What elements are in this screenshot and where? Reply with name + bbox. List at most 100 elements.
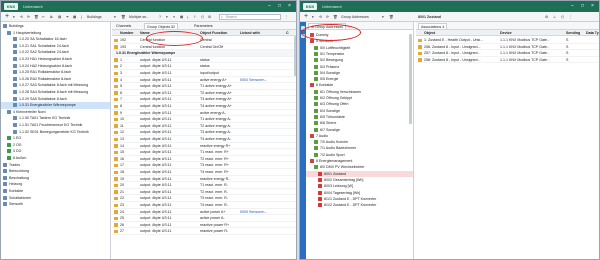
dropdown-icon[interactable]: ▾ [114,14,116,20]
add-icon[interactable]: + [5,12,9,22]
table-row[interactable]: 9 output: 4byte US:11 active energy A- [112,110,296,117]
tab-channels[interactable]: Channels [114,23,133,29]
nav-item[interactable]: Trades [1,162,110,169]
nav-item[interactable]: Beleuchtung [1,168,110,175]
nav-item[interactable]: 1.1.51 TA01 Feuchtesensor KG Technik [1,122,110,129]
table-row[interactable]: 1 output: 4byte US:11 status [112,57,296,64]
col-linked-with[interactable]: Linked with [240,30,260,36]
nav-item[interactable]: 8 Außen [1,155,110,162]
table-row[interactable]: 14 output: 4byte US:11 reactive energy R+ [112,143,296,150]
scrollbar[interactable] [409,34,412,124]
table-row[interactable]: 23 output: 4byte US:11 T4 react. ener. R- [112,202,296,209]
table-row[interactable]: 7 output: 4byte US:11 T3 active energy A+ [112,96,296,103]
dropdown-icon[interactable]: ▾ [13,14,15,20]
redo-icon[interactable]: ⟳ [326,14,329,20]
table-row[interactable]: 3 output: 4byte US:11 input/output [112,70,296,77]
grid-icon[interactable]: ▦ [180,14,183,20]
table-row[interactable]: 2 output: 4byte US:11 status [112,63,296,70]
more-icon[interactable]: ⋮ [569,14,573,20]
association-row[interactable]: 257: Zustand 8 - Input - Unsigned... 1.1.… [416,50,599,57]
col-c[interactable]: C [286,30,289,36]
table-row[interactable]: 20 output: 4byte US:11 T1 react. ener. R- [112,182,296,189]
buildings-button[interactable]: Buildings [87,14,102,20]
nav-item[interactable]: 1.0.26 RA2 Rolladenaktor 8-fach [1,76,110,83]
nav-item[interactable]: 1.0.25 RA1 Rolladenaktor 8-fach [1,69,110,76]
print-icon[interactable]: ⎙ [201,14,204,20]
dropdown-icon[interactable]: ▾ [382,14,384,20]
nav-item[interactable]: 1.0.28 SA4 Schaltaktor 8-fach mit Messun… [1,89,110,96]
nav-item[interactable]: Sensorik [1,201,110,208]
col-device[interactable]: Device [500,30,512,36]
col-sending[interactable]: Sending [566,30,580,36]
group-header-row[interactable]: 1.0.31 Energiezähler Wärmepumpe [112,50,296,57]
nav-item[interactable]: 1.0.27 SA3 Schaltaktor 8-fach mit Messun… [1,82,110,89]
table-row[interactable]: 22 output: 4byte US:11 T3 react. ener. R- [112,195,296,202]
table-row[interactable]: 10 output: 4byte US:11 T1 active energy A- [112,116,296,123]
table-row[interactable]: 26 output: 4byte US:11 reactive power R+ [112,222,296,229]
table-row[interactable]: 13 output: 4byte US:11 T4 active energy A- [112,136,296,143]
table-row[interactable]: 192 Central function Central [112,37,296,44]
maximize-icon[interactable]: □ [278,3,281,9]
minimize-icon[interactable]: – [268,3,271,9]
table-row[interactable]: 5 output: 4byte US:11 T1 active energy A+ [112,83,296,90]
table-row[interactable]: 193 Central function Central On/Off [112,44,296,51]
tab-group-objects[interactable]: Group Objects 52 [144,23,179,29]
help-icon[interactable]: ? [159,14,161,20]
nav-item[interactable]: Beschattung [1,175,110,182]
table-row[interactable]: 6 output: 4byte US:11 T2 active energy A+ [112,90,296,97]
list-icon[interactable]: ≡ [173,14,175,20]
trash-icon[interactable]: 🗑 [389,14,394,20]
tab-associations[interactable]: Associations 4 [418,23,448,29]
table-row[interactable]: 8 output: 4byte US:11 T4 active energy A+ [112,103,296,110]
nav-item[interactable]: 2 OG [1,142,110,149]
table-row[interactable]: 19 output: 4byte US:11 reactive energy R- [112,176,296,183]
import-icon[interactable]: ⤓ [187,14,189,20]
undo-icon[interactable]: ⟲ [20,14,23,20]
clipboard-icon[interactable]: ▦ [73,14,76,20]
group-address-item[interactable]: 8/1/2 Zustand E - DPT Konverter [306,202,413,208]
copy-icon[interactable]: ⧉ [50,14,53,20]
table-row[interactable]: 12 output: 4byte US:11 T3 active energy A- [112,129,296,136]
col-object[interactable]: Object [424,30,435,36]
minimize-icon[interactable]: – [571,3,574,9]
table-row[interactable]: 21 output: 4byte US:11 T2 react. ener. R- [112,189,296,196]
redo-icon[interactable]: ⟳ [27,14,30,20]
undo-icon[interactable]: ⟲ [319,14,322,20]
table-row[interactable]: 24 output: 4byte US:11 active power A+ 5/5/… [112,209,296,216]
print-icon[interactable]: ⎙ [561,14,564,20]
table-row[interactable]: 17 output: 4byte US:11 T3 react. ener. R+ [112,162,296,169]
settings-icon[interactable]: ⚙ [208,14,211,20]
add-icon[interactable]: + [304,12,308,22]
nav-item[interactable]: 1.0.23 HA1 Heizungsaktor 8-fach [1,56,110,63]
trash-icon[interactable]: 🗑 [333,14,338,20]
table-row[interactable]: 25 output: 4byte US:11 active power A- [112,215,296,222]
nav-item[interactable]: 3 DG [1,148,110,155]
close-icon[interactable]: × [288,3,291,9]
nav-item[interactable]: 4 Kleinverteiler Nord [1,109,110,116]
col-number[interactable]: Number [120,30,134,36]
table-row[interactable]: 27 output: 4byte US:11 reactive power R- [112,228,296,235]
search-input[interactable]: ⌕ Search [219,14,281,20]
chevron-down-icon[interactable]: ▾ [166,14,168,20]
nav-item[interactable]: Heizung [1,181,110,188]
table-row[interactable]: 18 output: 4byte US:11 T4 react. ener. R+ [112,169,296,176]
dropdown-icon[interactable]: ▾ [312,14,314,20]
pin-icon[interactable]: ⊥ [553,14,556,20]
association-row[interactable]: 256: Zustand 8 - Input - Unsigned... 1.1.… [416,44,599,51]
col-object-function[interactable]: Object Function [200,30,227,36]
table-row[interactable]: 16 output: 4byte US:11 T2 react. ener. R+ [112,156,296,163]
paste-icon[interactable]: ▤ [58,14,61,20]
association-row[interactable]: 1: Zustand E - Health Output - Unsi... 1.… [416,37,599,44]
table-row[interactable]: 11 output: 4byte US:11 T2 active energy A- [112,123,296,130]
nav-item[interactable]: 1.0.22 SA2 Schaltaktor 24-fach [1,49,110,56]
tab-parameters[interactable]: Parameters [192,23,215,29]
more-icon[interactable]: ⋮ [285,14,289,20]
nav-item[interactable]: 1.0.24 HA2 Heizungsaktor 8-fach [1,63,110,70]
cut-icon[interactable]: ✂ [42,14,45,20]
nav-item[interactable]: 1 Hauptverteilung [1,30,110,37]
nav-item[interactable]: 1.1.52 SE01 Bewegungsmelder KG Technik [1,129,110,136]
nav-item[interactable]: 1.0.21 SA1 Schaltaktor 24-fach [1,43,110,50]
group-addresses-button[interactable]: Group Addresses [341,14,369,20]
nav-item[interactable]: 1 EG [1,135,110,142]
filter-icon[interactable]: ⏷ [66,14,69,20]
